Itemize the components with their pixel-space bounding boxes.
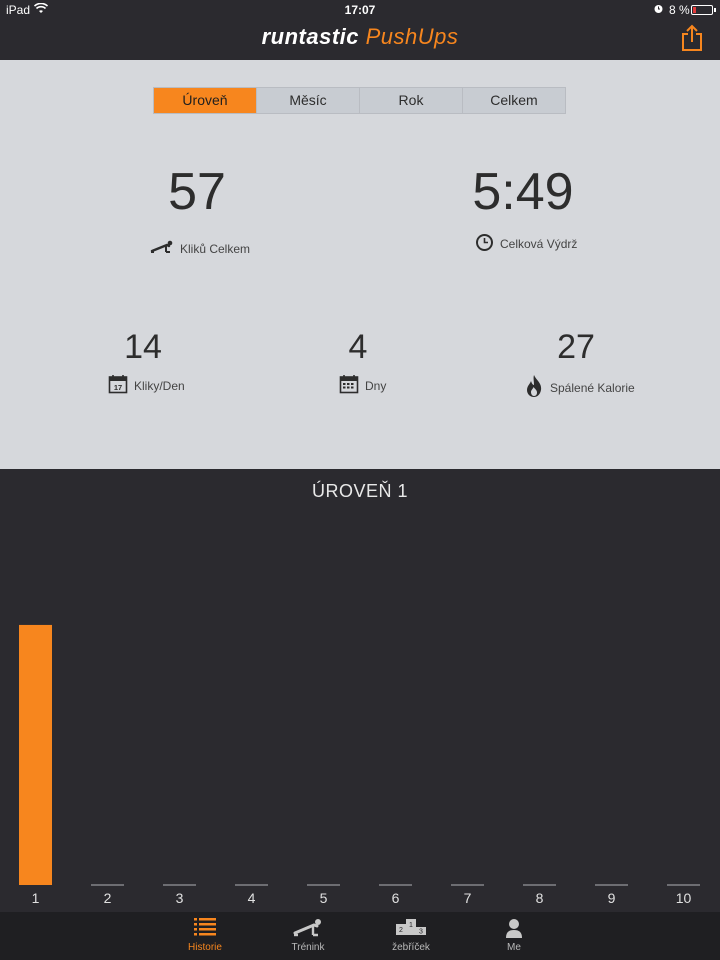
chart-title: ÚROVEŇ 1	[311, 481, 409, 501]
chart-bar-6	[379, 884, 412, 886]
segment-total[interactable]: Celkem	[462, 88, 565, 113]
calories-value: 27	[557, 328, 595, 366]
segment-level[interactable]: Úroveň	[154, 88, 256, 113]
svg-text:3: 3	[419, 929, 423, 936]
chart-x-label-7: 7	[464, 890, 472, 906]
clock-icon	[475, 233, 494, 255]
chart-x-label-2: 2	[104, 890, 112, 906]
chart-x-label-5: 5	[320, 890, 328, 906]
svg-text:17: 17	[114, 383, 122, 392]
chart-bar-2	[91, 884, 124, 886]
chart-x-label-9: 9	[608, 890, 616, 906]
days-label: Dny	[339, 374, 386, 397]
status-time: 17:07	[344, 3, 376, 17]
pushups-per-day-label: 17 Kliky/Den	[108, 374, 185, 397]
chart-x-label-8: 8	[536, 890, 544, 906]
chart-x-label-3: 3	[176, 890, 184, 906]
segment-year[interactable]: Rok	[359, 88, 462, 113]
total-endurance-label: Celková Výdrž	[475, 233, 577, 255]
tab-history-label: Historie	[188, 942, 222, 953]
chart-x-label-10: 10	[676, 890, 692, 906]
svg-text:2: 2	[399, 927, 403, 934]
calendar-icon: 17	[108, 374, 128, 397]
chart-x-label-4: 4	[248, 890, 256, 906]
user-icon	[469, 912, 559, 942]
app-logo: runtastic PushUps	[261, 24, 459, 49]
podium-icon: 12 3	[366, 912, 456, 942]
pushup-icon	[150, 240, 174, 257]
chart-bar-5	[307, 884, 340, 886]
chart-bar-9	[595, 884, 628, 886]
status-bar: iPad 17:07 8 %	[0, 0, 720, 20]
chart-bar-4	[235, 884, 268, 886]
battery-icon	[691, 5, 713, 15]
chart-bar-1	[19, 624, 52, 885]
tab-me-label: Me	[507, 942, 521, 953]
chart-bar-7	[451, 884, 484, 886]
period-segmented-control: Úroveň Měsíc Rok Celkem	[153, 87, 566, 114]
pushups-per-day-value: 14	[124, 328, 162, 366]
tab-bar: Historie Trénink 12 3 žebříček Me	[0, 912, 720, 960]
share-icon[interactable]	[680, 24, 704, 52]
flame-icon	[524, 374, 544, 401]
total-pushups-value: 57	[168, 163, 226, 221]
pushup-icon	[263, 912, 353, 942]
tab-leaderboard[interactable]: 12 3 žebříček	[366, 912, 456, 960]
tab-me[interactable]: Me	[469, 912, 559, 960]
chart-bar-10	[667, 884, 700, 886]
chart-bar-8	[523, 884, 556, 886]
chart-bar-3	[163, 884, 196, 886]
tab-training[interactable]: Trénink	[263, 912, 353, 960]
days-value: 4	[348, 328, 368, 366]
svg-text:1: 1	[409, 922, 413, 929]
top-bar: iPad 17:07 8 % runtastic PushUps	[0, 0, 720, 60]
alarm-icon	[653, 3, 664, 17]
segment-month[interactable]: Měsíc	[256, 88, 359, 113]
chart-x-label-1: 1	[32, 890, 40, 906]
tab-training-label: Trénink	[291, 942, 325, 953]
stats-panel: Úroveň Měsíc Rok Celkem 57 Kliků Celkem …	[0, 60, 720, 469]
list-icon	[160, 912, 250, 942]
level-bar-chart: 1 2 3 4 5 6 7 8 9 10	[19, 624, 700, 906]
total-endurance-value: 5:49	[472, 163, 574, 221]
battery-percentage: 8 %	[669, 3, 690, 17]
total-pushups-label: Kliků Celkem	[150, 240, 250, 257]
tab-history[interactable]: Historie	[160, 912, 250, 960]
calories-label: Spálené Kalorie	[524, 374, 635, 401]
tab-leaderboard-label: žebříček	[392, 942, 430, 953]
chart-x-label-6: 6	[392, 890, 400, 906]
calendar-grid-icon	[339, 374, 359, 397]
